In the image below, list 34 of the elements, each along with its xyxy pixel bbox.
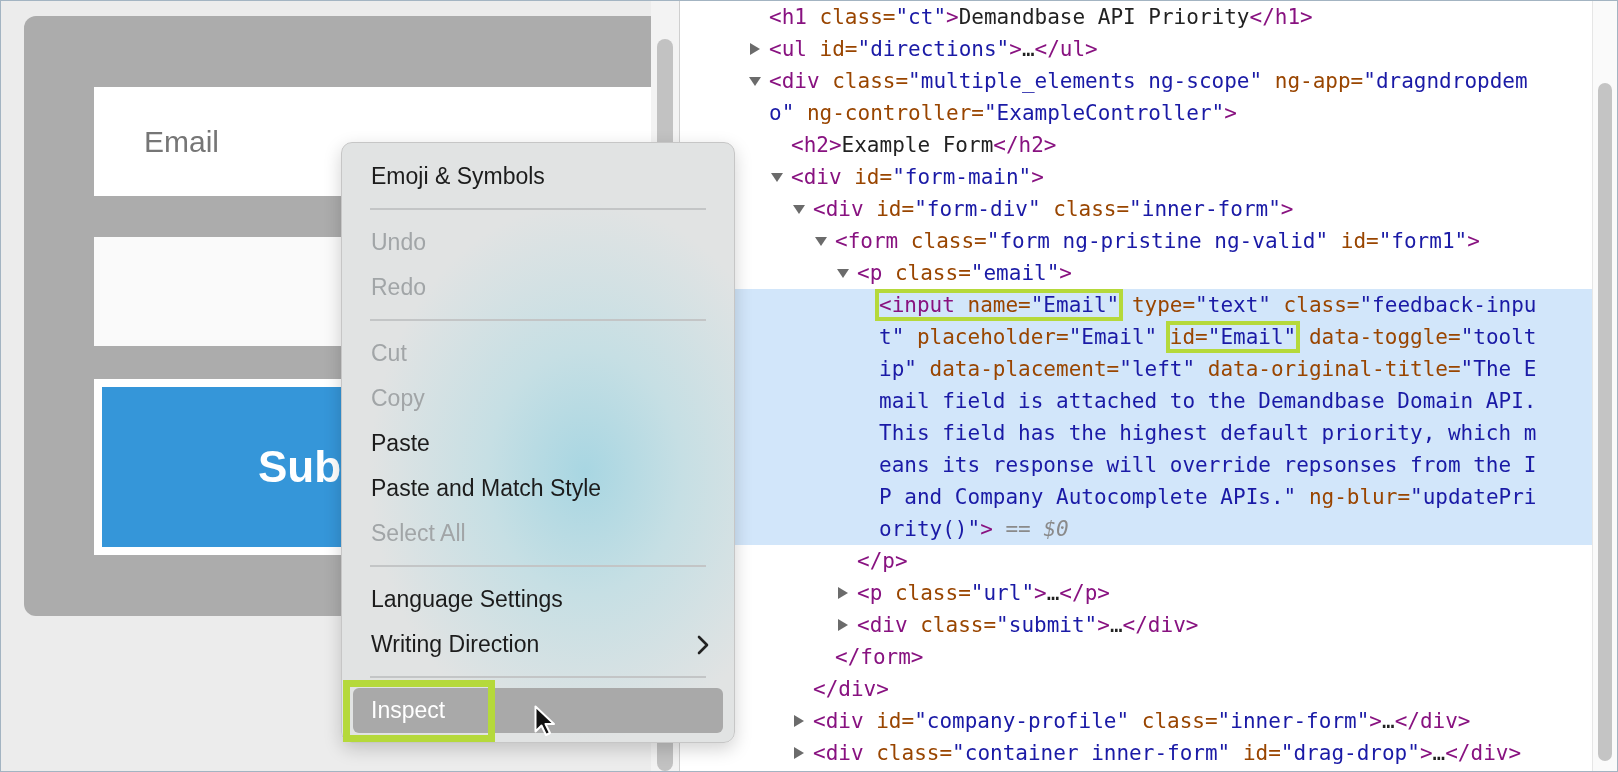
disclosure-triangle-icon[interactable] [837,619,849,631]
disclosure-triangle-icon[interactable] [793,747,805,759]
code-line: <div class="submit">…</div> [856,612,1200,639]
code-line: <p class="email"> [856,260,1073,287]
code-line: <div class="multiple_elements ng-scope" ng-app="dragndropdemo" ng-controller="ExampleController"> [768,68,1529,127]
disclosure-triangle-icon[interactable] [793,715,805,727]
scrollbar[interactable] [1598,83,1612,761]
code-line: <form class="form ng-pristine ng-valid" id="form1"> [834,228,1481,255]
disclosure-triangle-icon[interactable] [815,235,827,247]
disclosure-triangle-icon[interactable] [749,43,761,55]
pointer-icon [534,705,556,737]
dom-tree-row[interactable]: <div class="multiple_elements ng-scope" ng-app="dragndropdemo" ng-controller="ExampleController"> [680,65,1592,129]
code-line: <h1 class="ct">Demandbase API Priority</h1> [768,4,1314,31]
code-line: </p> [856,548,909,575]
code-line: <p class="url">…</p> [856,580,1111,607]
disclosure-triangle-icon[interactable] [793,203,805,215]
disclosure-triangle-icon[interactable] [837,587,849,599]
dom-tree-row[interactable]: <ul id="directions">…</ul> [680,33,1592,65]
code-line: <input name="Email" type="text" class="feedback-input" placeholder="Email" id="Email" data-toggle="tooltip" data-placement="left" data-original-title="The Email field is attached to the Demandbase Domain API. This field has the highest default priority, which means its response will override repsonses from the IP and Company Autocomplete APIs." ng-blur="updatePriority()"> == $0 [873,289,1539,545]
code-line: </form> [834,644,925,671]
code-line: <div id="form-main"> [790,164,1045,191]
dom-tree-row[interactable]: <h1 class="ct">Demandbase API Priority</h1> [680,1,1592,33]
disclosure-triangle-icon[interactable] [749,75,761,87]
code-line: <div class="container inner-form" id="drag-drop">…</div> [812,740,1523,767]
code-line: <div id="company-profile" class="inner-form">…</div> [812,708,1472,735]
menu-item[interactable]: Paste and Match Style [353,466,723,511]
code-line: <h2>Example Form</h2> [790,132,1058,159]
code-line: <ul id="directions">…</ul> [768,36,1099,63]
disclosure-triangle-icon[interactable] [837,267,849,279]
dom-tree-row[interactable]: <div class="container inner-form" id="drag-drop">…</div> [680,737,1592,769]
menu-item[interactable]: Paste [353,421,723,466]
disclosure-triangle-icon[interactable] [771,171,783,183]
code-line: <div id="form-div" class="inner-form"> [812,196,1295,223]
code-line: </div> [812,676,890,703]
